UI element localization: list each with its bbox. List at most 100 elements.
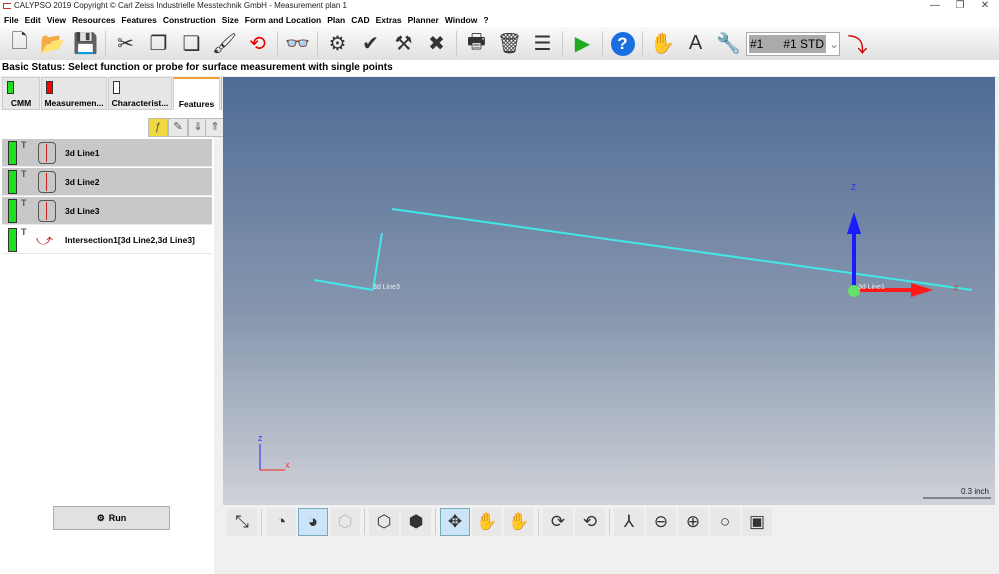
viewport-scrollbar[interactable] [995, 77, 999, 505]
brush-icon[interactable]: 🖌 [209, 29, 240, 59]
solid-cube-icon[interactable]: ⬢ [401, 507, 431, 536]
run-button[interactable]: ⚙ Run [53, 506, 170, 530]
menu-bar: File Edit View Resources Features Constr… [0, 13, 999, 27]
pan-hand-icon[interactable]: ✋ [472, 507, 502, 536]
copy-icon[interactable]: ❐ [143, 29, 174, 59]
status-bar: Basic Status: Select function or probe f… [0, 60, 999, 76]
record-icon[interactable]: ⟲ [242, 29, 273, 59]
maximize-button[interactable]: ❐ [950, 0, 970, 11]
zoom-icon[interactable]: ○ [710, 507, 740, 536]
fit-view-icon[interactable]: ▣ [742, 507, 772, 536]
xyz-hand-icon[interactable]: ✋ [504, 507, 534, 536]
save-icon[interactable]: 💾 [70, 29, 101, 59]
probe-settings-icon[interactable]: ⚙ [322, 29, 353, 59]
rotate-z-icon[interactable]: ⟳ [543, 507, 573, 536]
line-feature-icon [38, 171, 56, 193]
scale-label: 0.3 inch [960, 487, 989, 496]
tab-cmm[interactable]: CMM [2, 77, 40, 110]
menu-resources[interactable]: Resources [72, 15, 115, 25]
tab-characteristics[interactable]: Characterist... [108, 77, 172, 110]
zoom-in-icon[interactable]: ⊕ [678, 507, 708, 536]
wireframe-icon[interactable]: ⬡ [369, 507, 399, 536]
help-icon[interactable]: ? [607, 29, 638, 59]
close-button[interactable]: ✕ [975, 0, 995, 11]
chevron-down-icon: ⌄ [828, 36, 839, 51]
list-item[interactable]: T 3d Line2 [2, 168, 212, 196]
line-feature-icon [38, 200, 56, 222]
probe-wrench-icon[interactable]: 🔧 [713, 29, 744, 59]
window-title: CALYPSO 2019 Copyright © Carl Zeiss Indu… [14, 1, 347, 10]
app-logo-icon [3, 3, 11, 9]
menu-features[interactable]: Features [121, 15, 156, 25]
list-scrollbar[interactable] [214, 137, 222, 574]
status-indicator [8, 170, 17, 194]
probe-check-icon[interactable]: ✔ [355, 29, 386, 59]
cube-gray-icon[interactable]: ⬡ [330, 507, 360, 536]
menu-form-location[interactable]: Form and Location [245, 15, 322, 25]
label-line1: 3d Line1 [858, 284, 885, 291]
tools-icon[interactable]: ⚒ [388, 29, 419, 59]
menu-cad[interactable]: CAD [351, 15, 369, 25]
z-arrow-head [847, 212, 861, 234]
main-toolbar: 🗋 📂 💾 ✂ ❐ ❏ 🖌 ⟲ 👓 ⚙ ✔ ⚒ ✖ 🖶 🗑 ☰ ▶ ? ✋ A … [0, 27, 999, 60]
line-3d-line3-b [313, 279, 374, 291]
menu-construction[interactable]: Construction [163, 15, 216, 25]
select-mode-icon[interactable]: ⤡ [227, 507, 257, 536]
minimize-button[interactable]: — [925, 0, 945, 11]
list-item[interactable]: T 3d Line3 [2, 197, 212, 225]
mini-label-z: Z [258, 436, 263, 443]
cut-icon[interactable]: ✂ [110, 29, 141, 59]
binoculars-icon[interactable]: 👓 [282, 29, 313, 59]
run-icon: ⚙ [96, 512, 105, 523]
menu-file[interactable]: File [4, 15, 19, 25]
mini-label-x: X [285, 463, 290, 470]
scene [259, 208, 991, 499]
delete-icon[interactable]: 🗑 [494, 29, 525, 59]
menu-edit[interactable]: Edit [25, 15, 41, 25]
menu-window[interactable]: Window [445, 15, 478, 25]
pencil-icon[interactable]: ✎ [168, 118, 188, 137]
menu-extras[interactable]: Extras [376, 15, 402, 25]
report-icon[interactable]: ☰ [527, 29, 558, 59]
tab-measurement[interactable]: Measuremen... [41, 77, 107, 110]
open-icon[interactable]: 📂 [37, 29, 68, 59]
label-z: Z [851, 183, 856, 192]
line-3d-line3-a [372, 232, 383, 291]
intersection-icon: ⤻ [36, 232, 54, 249]
run-plan-icon[interactable]: ▶ [567, 29, 598, 59]
status-indicator [8, 141, 17, 165]
left-panel: CMM Measuremen... Characterist... Featur… [0, 77, 225, 574]
menu-planner[interactable]: Planner [408, 15, 439, 25]
menu-plan[interactable]: Plan [327, 15, 345, 25]
move-up-icon[interactable]: ⇑ [205, 118, 225, 137]
status-indicator [8, 228, 17, 252]
probe-rotate-icon[interactable]: ⤵ [842, 29, 873, 59]
probe-hand-icon[interactable]: ✋ [647, 29, 678, 59]
zoom-out-icon[interactable]: ⊖ [646, 507, 676, 536]
show-features-icon[interactable]: ◔ [266, 507, 296, 536]
tab-features[interactable]: Features [173, 77, 220, 110]
line-feature-icon [38, 142, 56, 164]
probe-select[interactable]: #1 #1 STD ⌄ [746, 31, 840, 56]
status-indicator [8, 199, 17, 223]
menu-view[interactable]: View [47, 15, 66, 25]
line-3d-line2 [391, 208, 973, 291]
label-x: X [953, 284, 959, 293]
title-bar: CALYPSO 2019 Copyright © Carl Zeiss Indu… [0, 0, 999, 13]
rotate-y-icon[interactable]: ⟲ [575, 507, 605, 536]
probe-text-icon[interactable]: A [680, 29, 711, 59]
3d-viewport[interactable]: 3d Line3 3d Line1 Z X Z X 0.3 inch [223, 77, 995, 505]
list-item[interactable]: T ⤻ Intersection1[3d Line2,3d Line3] [2, 226, 212, 254]
cross-tools-icon[interactable]: ✖ [421, 29, 452, 59]
view-toolbar: ⤡ ◔ ◕ ⬡ ⬡ ⬢ ✥ ✋ ✋ ⟳ ⟲ ⅄ ⊖ ⊕ ○ ▣ [223, 505, 999, 538]
formula-icon[interactable]: ƒ [148, 118, 168, 137]
axes-icon[interactable]: ⅄ [614, 507, 644, 536]
move-icon[interactable]: ✥ [440, 507, 470, 536]
list-item[interactable]: T 3d Line1 [2, 139, 212, 167]
print-icon[interactable]: 🖶 [461, 29, 492, 59]
new-icon[interactable]: 🗋 [4, 29, 35, 59]
show-all-icon[interactable]: ◕ [298, 507, 328, 536]
menu-help[interactable]: ? [483, 15, 488, 25]
menu-size[interactable]: Size [222, 15, 239, 25]
paste-icon[interactable]: ❏ [176, 29, 207, 59]
